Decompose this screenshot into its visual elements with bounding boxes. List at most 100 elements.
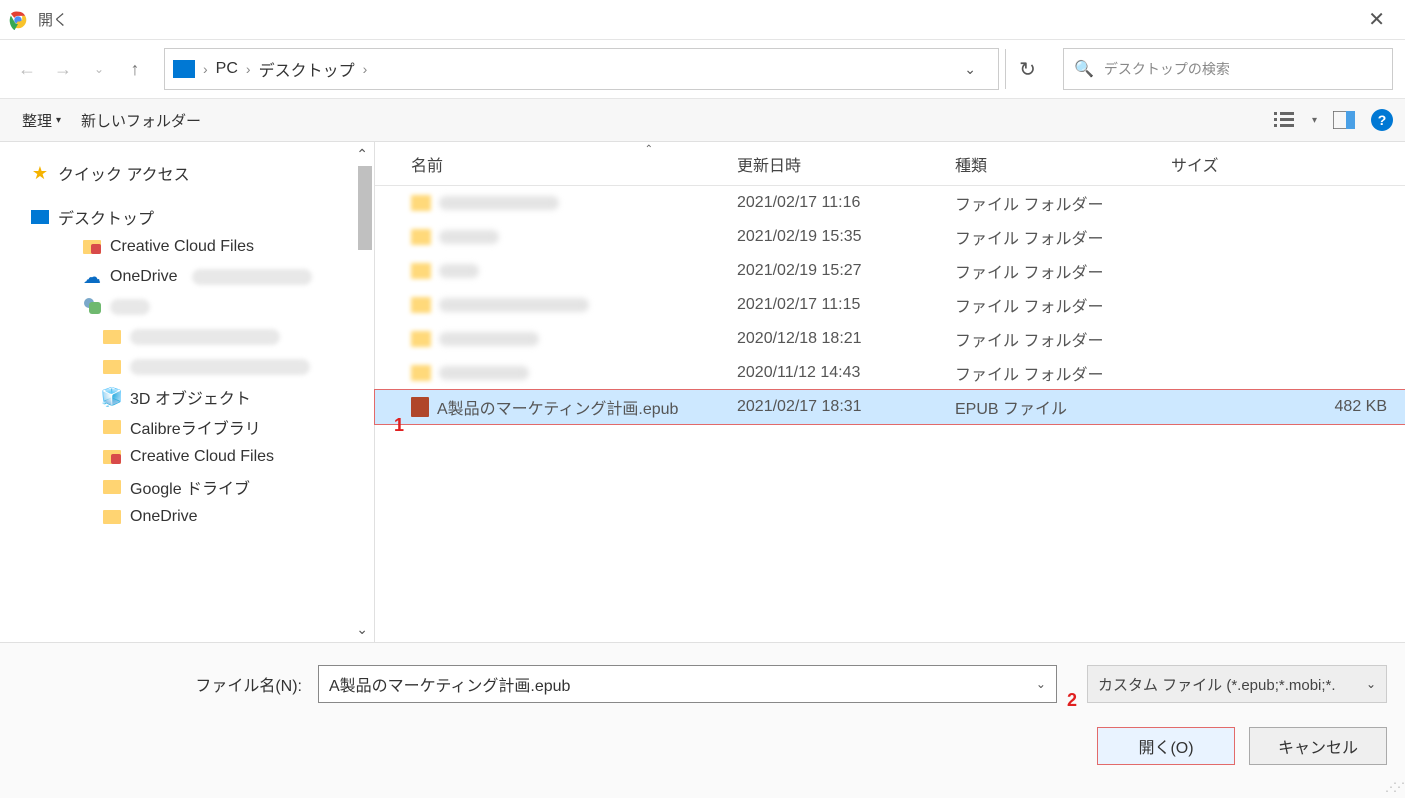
scroll-up-icon[interactable]: ⌃ xyxy=(356,146,368,163)
sidebar-item-onedrive-2[interactable]: OneDrive xyxy=(30,502,374,532)
search-icon: 🔍 xyxy=(1074,59,1094,79)
organize-menu[interactable]: 整理 ▾ xyxy=(12,106,71,135)
blurred-text xyxy=(439,196,559,210)
refresh-button[interactable]: ↻ xyxy=(1005,49,1049,89)
sidebar-item-label: OneDrive xyxy=(130,508,198,526)
folder-icon xyxy=(411,195,431,211)
sidebar-item-folder[interactable] xyxy=(30,352,374,382)
sort-ascending-icon: ⌃ xyxy=(645,144,653,155)
up-button[interactable]: ↑ xyxy=(120,54,150,84)
address-bar[interactable]: › PC › デスクトップ › ⌄ xyxy=(164,48,999,90)
blurred-text xyxy=(110,299,150,315)
column-header-name[interactable]: 名前 ⌃ xyxy=(375,142,725,185)
folder-icon xyxy=(103,450,121,464)
cube-icon: 🧊 xyxy=(102,387,122,407)
sidebar-item-3d-objects[interactable]: 🧊 3D オブジェクト xyxy=(30,382,374,412)
file-rows: 2021/02/17 11:16ファイル フォルダー2021/02/19 15:… xyxy=(375,186,1405,424)
folder-icon xyxy=(411,263,431,279)
file-row[interactable]: 2020/12/18 18:21ファイル フォルダー xyxy=(375,322,1405,356)
open-button[interactable]: 開く(O) xyxy=(1097,727,1235,765)
file-date: 2020/11/12 14:43 xyxy=(725,364,943,382)
forward-button[interactable]: → xyxy=(48,54,78,84)
blurred-text xyxy=(192,269,312,285)
blurred-text xyxy=(439,366,529,380)
preview-pane-button[interactable] xyxy=(1329,107,1359,133)
file-date: 2020/12/18 18:21 xyxy=(725,330,943,348)
filename-value: A製品のマーケティング計画.epub xyxy=(329,672,570,696)
window-title: 開く xyxy=(38,9,68,30)
folder-icon xyxy=(103,420,121,434)
person-icon xyxy=(83,298,101,316)
annotation-1: 1 xyxy=(394,415,404,436)
chevron-down-icon[interactable]: ▾ xyxy=(1312,115,1317,126)
folder-icon xyxy=(411,331,431,347)
chrome-icon xyxy=(8,10,28,30)
file-date: 2021/02/17 11:15 xyxy=(725,296,943,314)
cancel-button[interactable]: キャンセル xyxy=(1249,727,1387,765)
navigation-tree: ⌃ ⌄ ★ クイック アクセス デスクトップ Creative Cloud Fi… xyxy=(0,142,375,642)
folder-icon xyxy=(411,365,431,381)
blurred-text xyxy=(130,329,280,345)
sidebar-item-calibre[interactable]: Calibreライブラリ xyxy=(30,412,374,442)
button-label: 開く(O) xyxy=(1138,734,1193,758)
sidebar-item-user[interactable] xyxy=(30,292,374,322)
file-row[interactable]: 2021/02/17 11:15ファイル フォルダー xyxy=(375,288,1405,322)
breadcrumb-pc[interactable]: PC xyxy=(210,60,244,78)
content-area: ⌃ ⌄ ★ クイック アクセス デスクトップ Creative Cloud Fi… xyxy=(0,142,1405,642)
file-row[interactable]: 2021/02/17 11:16ファイル フォルダー xyxy=(375,186,1405,220)
close-icon[interactable]: ✕ xyxy=(1356,3,1397,36)
sidebar-item-onedrive[interactable]: ☁ OneDrive xyxy=(30,262,374,292)
chevron-down-icon: ▾ xyxy=(56,115,61,126)
address-history-dropdown[interactable]: ⌄ xyxy=(950,49,990,89)
column-header-kind[interactable]: 種類 xyxy=(943,142,1159,185)
blurred-text xyxy=(439,332,539,346)
title-bar: 開く ✕ xyxy=(0,0,1405,40)
epub-file-icon xyxy=(411,397,429,417)
sidebar-item-label: Calibreライブラリ xyxy=(130,415,261,439)
help-button[interactable]: ? xyxy=(1371,109,1393,131)
dialog-footer: ファイル名(N): A製品のマーケティング計画.epub ⌄ 2 カスタム ファ… xyxy=(0,642,1405,798)
desktop-icon xyxy=(31,210,49,224)
sidebar-item-google-drive[interactable]: Google ドライブ xyxy=(30,472,374,502)
annotation-2: 2 xyxy=(1067,690,1077,711)
button-label: キャンセル xyxy=(1278,734,1358,758)
column-label: 更新日時 xyxy=(737,152,801,176)
folder-icon xyxy=(103,330,121,344)
column-headers: 名前 ⌃ 更新日時 種類 サイズ xyxy=(375,142,1405,186)
sidebar-item-creative-cloud-2[interactable]: Creative Cloud Files xyxy=(30,442,374,472)
file-date: 2021/02/19 15:27 xyxy=(725,262,943,280)
organize-label: 整理 xyxy=(22,110,52,131)
new-folder-button[interactable]: 新しいフォルダー xyxy=(71,106,211,135)
sidebar-item-desktop[interactable]: デスクトップ xyxy=(30,202,374,232)
breadcrumb-desktop[interactable]: デスクトップ xyxy=(253,57,361,81)
sidebar-item-folder[interactable] xyxy=(30,322,374,352)
blurred-text xyxy=(439,264,479,278)
column-header-size[interactable]: サイズ xyxy=(1159,142,1405,185)
column-header-date[interactable]: 更新日時 xyxy=(725,142,943,185)
scroll-down-icon[interactable]: ⌄ xyxy=(356,621,368,638)
sidebar-item-quick-access[interactable]: ★ クイック アクセス xyxy=(30,158,374,188)
pc-icon xyxy=(173,60,195,78)
search-input[interactable]: 🔍 デスクトップの検索 xyxy=(1063,48,1393,90)
file-kind: EPUB ファイル xyxy=(943,395,1159,419)
chevron-down-icon: ⌄ xyxy=(1366,677,1376,691)
file-date: 2021/02/17 18:31 xyxy=(725,398,943,416)
filetype-select[interactable]: カスタム ファイル (*.epub;*.mobi;*. ⌄ xyxy=(1087,665,1387,703)
search-placeholder: デスクトップの検索 xyxy=(1104,59,1230,79)
chevron-down-icon[interactable]: ⌄ xyxy=(1036,677,1046,691)
star-icon: ★ xyxy=(30,163,50,183)
resize-grip-icon[interactable]: ⋰⋰ xyxy=(1385,780,1401,794)
folder-icon xyxy=(83,240,101,254)
recent-dropdown-icon[interactable]: ⌄ xyxy=(84,54,114,84)
new-folder-label: 新しいフォルダー xyxy=(81,110,201,131)
view-mode-button[interactable] xyxy=(1270,107,1300,133)
file-row[interactable]: 2020/11/12 14:43ファイル フォルダー xyxy=(375,356,1405,390)
sidebar-item-creative-cloud[interactable]: Creative Cloud Files xyxy=(30,232,374,262)
file-row[interactable]: 2021/02/19 15:35ファイル フォルダー xyxy=(375,220,1405,254)
scrollbar-thumb[interactable] xyxy=(358,166,372,250)
file-row[interactable]: 2021/02/19 15:27ファイル フォルダー xyxy=(375,254,1405,288)
back-button[interactable]: ← xyxy=(12,54,42,84)
filename-input[interactable]: A製品のマーケティング計画.epub ⌄ xyxy=(318,665,1057,703)
blurred-text xyxy=(439,230,499,244)
file-row-selected[interactable]: A製品のマーケティング計画.epub2021/02/17 18:31EPUB フ… xyxy=(375,390,1405,424)
